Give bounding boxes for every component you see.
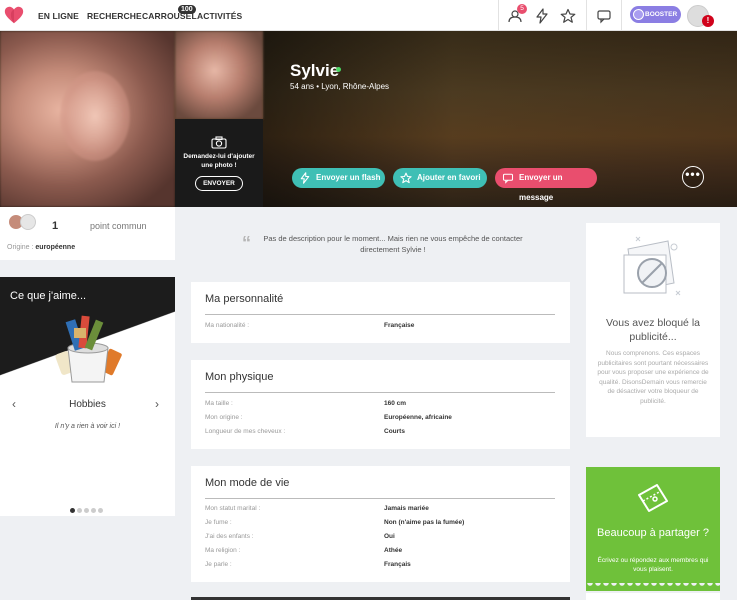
profile-photo-thumbnail[interactable] <box>175 31 263 119</box>
share-text: Écrivez ou répondez aux membres qui vous… <box>597 557 709 573</box>
row-label: Ma religion : <box>205 547 241 554</box>
quote-icon: “ <box>242 233 251 253</box>
booster-icon <box>633 9 644 20</box>
physique-section: Mon physique Ma taille : 160 cm Mon orig… <box>191 360 570 449</box>
alert-icon: ! <box>702 15 714 27</box>
origin-label: Origine : <box>7 244 36 251</box>
carousel-dot[interactable] <box>91 508 96 513</box>
section-title: Mon mode de vie <box>205 477 290 489</box>
nav-recherche[interactable]: RECHERCHE <box>87 11 142 21</box>
divider <box>205 314 555 315</box>
divider <box>205 498 555 499</box>
nav-en-ligne[interactable]: EN LIGNE <box>38 11 79 21</box>
row-label: Je fume : <box>205 519 232 526</box>
booster-button[interactable]: BOOSTER <box>630 6 681 23</box>
ask-photo-button[interactable]: ENVOYER <box>195 176 243 191</box>
share-title: Beaucoup à partager ? <box>597 527 709 539</box>
carrousel-badge: 100 <box>178 5 196 14</box>
divider <box>205 392 555 393</box>
row-label: Mon statut marital : <box>205 505 261 512</box>
ask-photo-text: Demandez-lui d'ajouter une photo ! <box>183 153 255 169</box>
ticket-edge <box>586 583 720 591</box>
row-value: Européenne, africaine <box>384 414 452 421</box>
paint-bucket-icon <box>55 315 122 383</box>
send-message-button[interactable]: Envoyer un message <box>495 168 597 202</box>
nav-activites[interactable]: ACTIVITÉS <box>197 11 242 21</box>
profile-photo[interactable] <box>0 31 175 207</box>
add-favorite-button[interactable]: Ajouter en favori <box>393 168 487 188</box>
profile-header: Demandez-lui d'ajouter une photo ! ENVOY… <box>0 31 737 207</box>
carousel-dot[interactable] <box>84 508 89 513</box>
carousel-dots <box>70 504 105 516</box>
common-points-count: 1 <box>52 220 59 232</box>
heart-logo-icon[interactable] <box>3 4 25 26</box>
divider <box>586 0 587 31</box>
row-value: Athée <box>384 547 403 554</box>
hobby-category: Hobbies <box>69 399 106 410</box>
row-label: Ma taille : <box>205 400 233 407</box>
online-status-icon <box>336 67 341 72</box>
carousel-dot[interactable] <box>70 508 75 513</box>
origin-row: Origine : européenne <box>7 244 75 251</box>
row-value: Courts <box>384 428 405 435</box>
star-icon <box>400 172 412 184</box>
row-value: Français <box>384 561 411 568</box>
section-title: Mon physique <box>205 371 274 383</box>
divider <box>498 0 499 31</box>
row-value: Française <box>384 322 415 329</box>
hobby-empty-text: Il n'y a rien à voir ici ! <box>54 423 121 430</box>
row-label: Je parle : <box>205 561 232 568</box>
message-icon <box>502 173 514 184</box>
next-hobby-button[interactable]: › <box>155 397 159 411</box>
flash-icon <box>300 172 310 184</box>
booster-label: BOOSTER <box>645 11 678 18</box>
more-options-button[interactable]: ••• <box>682 166 704 188</box>
common-points-card: 1 point commun Origine : européenne <box>0 207 175 260</box>
likes-card: Ce que j'aime... ‹ Hobbies › Il n'y a ri… <box>0 277 175 516</box>
next-card-edge <box>586 593 720 600</box>
send-flash-button[interactable]: Envoyer un flash <box>292 168 385 188</box>
top-navbar: EN LIGNE RECHERCHE CARROUSEL 100 ACTIVIT… <box>0 0 737 31</box>
divider <box>621 0 622 31</box>
send-flash-label: Envoyer un flash <box>316 173 381 182</box>
blocked-ad-icon <box>623 236 681 296</box>
profile-description: Pas de description pour le moment... Mai… <box>263 234 523 254</box>
origin-value: européenne <box>35 244 76 251</box>
adblock-text: Nous comprenons. Ces espaces publicitair… <box>597 350 709 405</box>
likes-title: Ce que j'aime... <box>10 290 87 302</box>
notification-badge: 5 <box>517 4 527 14</box>
carousel-dot[interactable] <box>77 508 82 513</box>
flash-icon[interactable] <box>534 8 550 24</box>
star-icon[interactable] <box>560 8 576 24</box>
carousel-dot[interactable] <box>98 508 103 513</box>
share-card[interactable]: Beaucoup à partager ? Écrivez ou réponde… <box>586 467 720 585</box>
ask-photo-panel: Demandez-lui d'ajouter une photo ! ENVOY… <box>175 119 263 207</box>
camera-icon <box>211 136 227 149</box>
row-value: 160 cm <box>384 400 407 407</box>
adblock-notice: Vous avez bloqué la publicité... Nous co… <box>586 223 720 437</box>
row-label: Ma nationalité : <box>205 322 250 329</box>
avatar <box>20 214 36 230</box>
chat-icon[interactable] <box>596 8 612 24</box>
add-favorite-label: Ajouter en favori <box>417 173 481 182</box>
personality-section: Ma personnalité Ma nationalité : Françai… <box>191 282 570 343</box>
profile-name: Sylvie <box>290 61 340 80</box>
profile-info: 54 ans • Lyon, Rhône-Alpes <box>290 82 390 91</box>
row-value: Jamais mariée <box>384 505 429 512</box>
adblock-title: Vous avez bloqué la publicité... <box>606 317 700 343</box>
lifestyle-section: Mon mode de vie Mon statut marital : Jam… <box>191 466 570 582</box>
row-value: Oui <box>384 533 395 540</box>
row-value: Non (n'aime pas la fumée) <box>384 519 465 526</box>
ticket-icon <box>638 484 668 512</box>
section-title: Ma personnalité <box>205 293 284 305</box>
row-label: Longueur de mes cheveux : <box>205 428 286 435</box>
common-points-label[interactable]: point commun <box>90 221 147 231</box>
row-label: Mon origine : <box>205 414 243 421</box>
row-label: J'ai des enfants : <box>205 533 254 540</box>
